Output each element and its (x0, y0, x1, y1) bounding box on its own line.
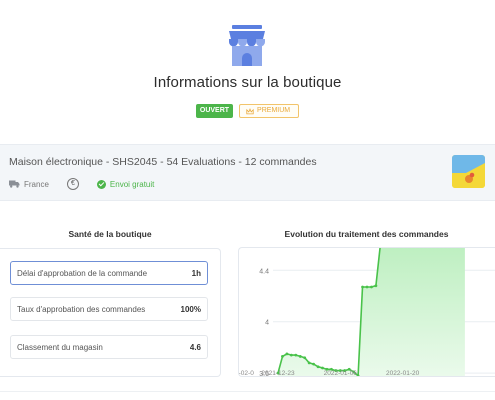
shop-meta: France € Envoi gratuit (9, 178, 172, 190)
approval-rate-metric[interactable]: Taux d'approbation des commandes 100% (10, 297, 208, 321)
data-point (285, 352, 289, 356)
data-point (316, 365, 320, 369)
shipping-label: Envoi gratuit (109, 179, 155, 189)
page-title: Informations sur la boutique (153, 74, 342, 91)
data-point (307, 361, 311, 365)
status-badge: OUVERT (195, 104, 234, 118)
series-area (278, 248, 465, 376)
country-label: France (24, 179, 49, 189)
data-point (312, 362, 315, 366)
premium-badge-label: PREMIUM (257, 107, 291, 114)
metric-label: Classement du magasin (17, 342, 103, 352)
euro-icon: € (66, 178, 79, 190)
store-ranking-metric[interactable]: Classement du magasin 4.6 (10, 335, 208, 359)
x-tick-label: 2021-12-23 (261, 370, 295, 376)
check-circle-icon (96, 179, 106, 189)
currency-item: € (66, 178, 79, 190)
crown-icon (246, 107, 254, 114)
order-processing-chart: 3.644.42021-12-232022-01-062022-01-20202… (239, 248, 495, 376)
badge-row: OUVERT PREMIUM (0, 104, 495, 118)
data-point (298, 355, 302, 358)
shop-info-band: Maison électronique - SHS2045 - 54 Evalu… (0, 144, 495, 201)
data-point (321, 366, 324, 370)
truck-icon (9, 180, 20, 188)
metric-value: 1h (191, 268, 201, 278)
health-section-title: Santé de la boutique (68, 229, 152, 239)
data-point (374, 284, 378, 288)
y-tick-label: 4 (265, 320, 269, 327)
metric-label: Délai d'approbation de la commande (17, 268, 148, 278)
chart-card: 3.644.42021-12-232022-01-062022-01-20202… (238, 247, 495, 377)
health-card: Délai d'approbation de la commande 1h Ta… (0, 248, 221, 377)
metric-label: Taux d'approbation des commandes (17, 304, 146, 314)
data-point (289, 353, 293, 357)
data-point (365, 285, 369, 289)
x-tick-label: 2022-01-06 (324, 370, 358, 376)
shop-thumbnail[interactable] (452, 155, 485, 188)
metric-value: 4.6 (189, 342, 201, 352)
data-point (281, 355, 284, 358)
data-point (294, 353, 298, 357)
data-point (370, 285, 373, 289)
premium-badge: PREMIUM (239, 104, 300, 118)
chart-title: Evolution du traitement des commandes (284, 229, 449, 239)
data-point (303, 356, 307, 360)
x-tick-label: 2022-02-0 (239, 370, 254, 376)
divider (0, 391, 495, 392)
store-icon (229, 25, 265, 66)
y-tick-label: 4.4 (259, 268, 269, 275)
metric-value: 100% (180, 304, 201, 314)
approval-delay-metric[interactable]: Délai d'approbation de la commande 1h (10, 261, 208, 285)
country-item: France (9, 180, 49, 189)
shop-summary: Maison électronique - SHS2045 - 54 Evalu… (9, 156, 317, 168)
data-point (361, 285, 364, 289)
x-tick-label: 2022-01-20 (386, 370, 420, 376)
shipping-item: Envoi gratuit (96, 179, 155, 189)
